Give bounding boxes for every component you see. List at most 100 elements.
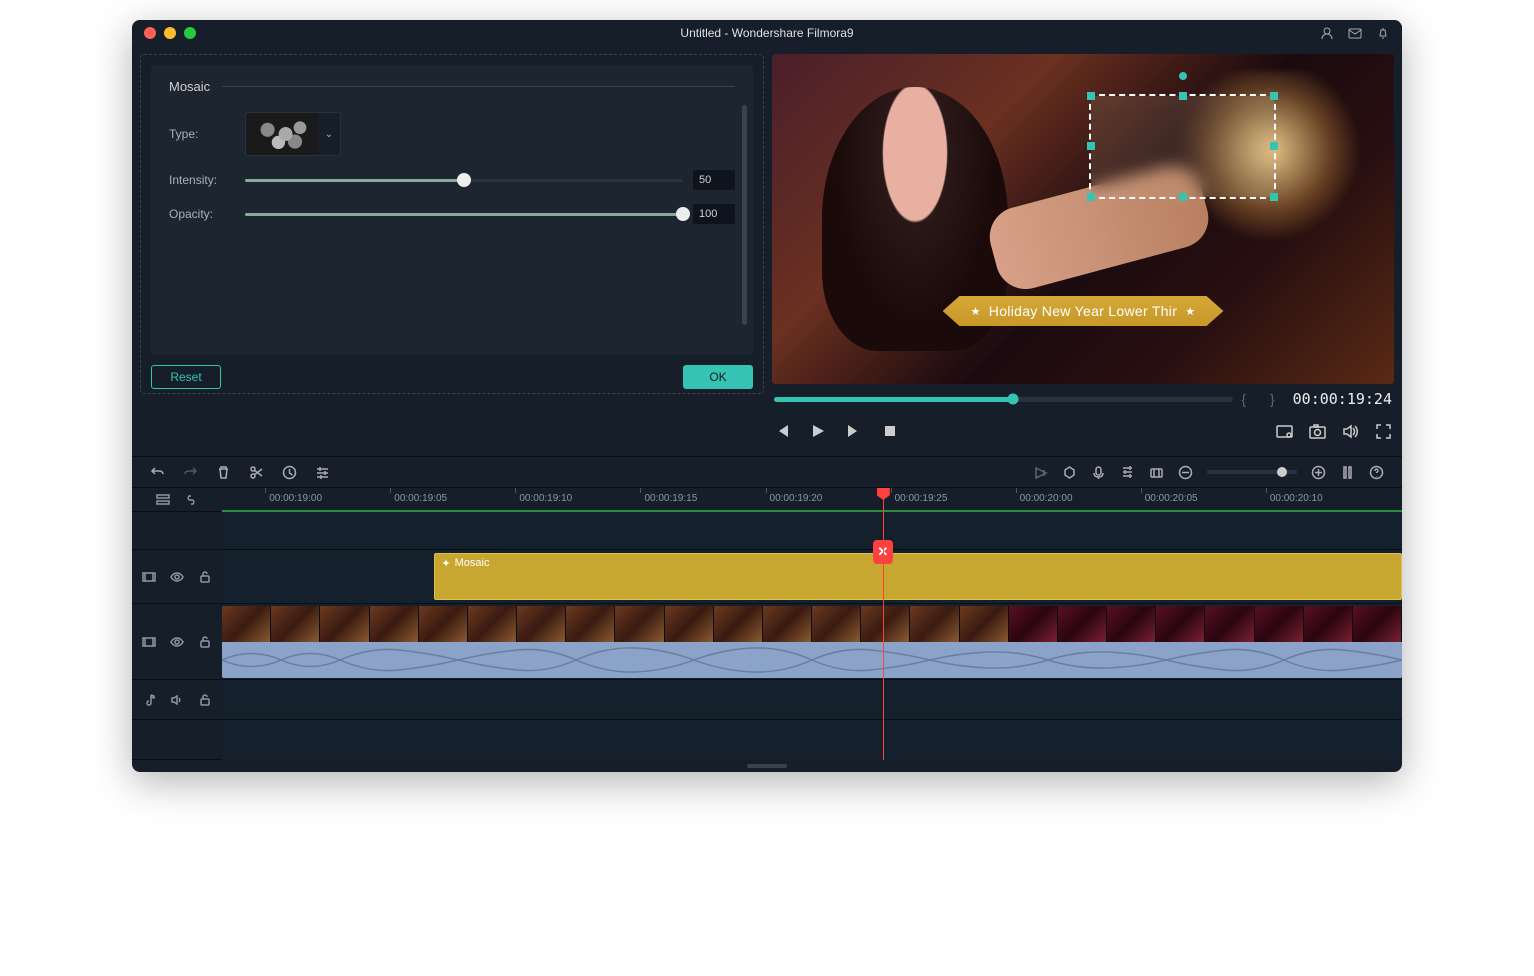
resize-handle-tl[interactable] [1087, 92, 1095, 100]
resize-handle-br[interactable] [1270, 193, 1278, 201]
visibility-icon[interactable] [170, 635, 184, 649]
rotate-handle[interactable] [1179, 72, 1187, 80]
intensity-slider[interactable] [245, 170, 683, 190]
panel-resize-handle[interactable] [747, 764, 787, 768]
video-thumbnail [812, 606, 861, 642]
video-thumbnail [320, 606, 369, 642]
audio-track-icon [142, 693, 156, 707]
marker-track[interactable]: ✕ [222, 512, 1402, 550]
crop-icon[interactable] [1149, 465, 1164, 480]
ruler-mark: 00:00:20:00 [1020, 493, 1073, 504]
audio-track[interactable] [222, 680, 1402, 720]
play-button[interactable] [810, 423, 826, 439]
resize-handle-l[interactable] [1087, 142, 1095, 150]
ok-button[interactable]: OK [683, 365, 753, 389]
split-icon[interactable] [249, 465, 264, 480]
visibility-icon[interactable] [170, 570, 184, 584]
video-thumbnail [1058, 606, 1107, 642]
zoom-in-icon[interactable] [1311, 465, 1326, 480]
resize-handle-b[interactable] [1179, 193, 1187, 201]
video-thumbnail [714, 606, 763, 642]
redo-icon[interactable] [183, 465, 198, 480]
video-thumbnail [763, 606, 812, 642]
resize-handle-tr[interactable] [1270, 92, 1278, 100]
resize-handle-t[interactable] [1179, 92, 1187, 100]
mail-icon[interactable] [1348, 26, 1362, 40]
ruler-mark: 00:00:19:00 [269, 493, 322, 504]
video-thumbnail [222, 606, 271, 642]
mosaic-type-select[interactable]: ⌄ [245, 112, 341, 156]
mixer-icon[interactable] [1120, 465, 1135, 480]
effect-settings-panel: Mosaic Type: ⌄ Intensity: [140, 54, 764, 394]
close-window-button[interactable] [144, 27, 156, 39]
mosaic-type-thumbnail [246, 113, 318, 155]
step-forward-button[interactable] [846, 423, 862, 439]
empty-track[interactable] [222, 720, 1402, 760]
mute-icon[interactable] [170, 693, 184, 707]
mosaic-clip-label: Mosaic [455, 557, 490, 569]
quality-settings-icon[interactable] [1276, 423, 1293, 440]
effect-track[interactable]: ✦ Mosaic [222, 550, 1402, 604]
lock-icon[interactable] [198, 693, 212, 707]
video-thumbnail [1353, 606, 1402, 642]
snapshot-icon[interactable] [1309, 423, 1326, 440]
effect-track-icon [142, 570, 156, 584]
video-thumbnail [615, 606, 664, 642]
account-icon[interactable] [1320, 26, 1334, 40]
titlebar: Untitled - Wondershare Filmora9 [132, 20, 1402, 46]
zoom-out-icon[interactable] [1178, 465, 1193, 480]
video-thumbnail [1107, 606, 1156, 642]
video-thumbnail [566, 606, 615, 642]
step-back-button[interactable] [774, 423, 790, 439]
window-title: Untitled - Wondershare Filmora9 [680, 26, 853, 40]
timeline-ruler[interactable]: 00:00:19:00 00:00:19:05 00:00:19:10 00:00:1… [222, 488, 1402, 512]
manage-tracks-icon[interactable] [156, 493, 170, 507]
mosaic-clip[interactable]: ✦ Mosaic [434, 553, 1402, 600]
type-label: Type: [169, 127, 245, 141]
resize-handle-bl[interactable] [1087, 193, 1095, 201]
panel-scrollbar[interactable] [742, 105, 747, 325]
zoom-fit-icon[interactable] [1340, 465, 1355, 480]
video-thumbnail [271, 606, 320, 642]
adjust-icon[interactable] [315, 465, 330, 480]
lock-icon[interactable] [198, 570, 212, 584]
volume-icon[interactable] [1342, 423, 1359, 440]
delete-icon[interactable] [216, 465, 231, 480]
fullscreen-icon[interactable] [1375, 423, 1392, 440]
timecode-display: 00:00:19:24 [1293, 390, 1392, 408]
ruler-mark: 00:00:19:15 [644, 493, 697, 504]
opacity-value-input[interactable] [693, 204, 735, 224]
preview-scrubber[interactable] [774, 397, 1233, 402]
stop-button[interactable] [882, 423, 898, 439]
video-thumbnail [468, 606, 517, 642]
marker-icon[interactable] [1062, 465, 1077, 480]
zoom-slider[interactable] [1207, 470, 1297, 474]
link-icon[interactable] [184, 493, 198, 507]
playhead[interactable] [883, 488, 884, 760]
undo-icon[interactable] [150, 465, 165, 480]
audio-waveform[interactable] [222, 642, 1402, 678]
video-preview[interactable]: Holiday New Year Lower Thir [772, 54, 1394, 384]
intensity-value-input[interactable] [693, 170, 735, 190]
render-icon[interactable] [1033, 465, 1048, 480]
video-track-icon [142, 635, 156, 649]
ruler-mark: 00:00:19:05 [394, 493, 447, 504]
reset-button[interactable]: Reset [151, 365, 221, 389]
video-track[interactable] [222, 604, 1402, 680]
minimize-window-button[interactable] [164, 27, 176, 39]
tc-bracket-icons[interactable]: { } [1241, 391, 1284, 407]
help-icon[interactable] [1369, 465, 1384, 480]
intensity-label: Intensity: [169, 173, 245, 187]
video-clip[interactable] [222, 606, 1402, 642]
speed-icon[interactable] [282, 465, 297, 480]
resize-handle-r[interactable] [1270, 142, 1278, 150]
mosaic-selection-box[interactable] [1089, 94, 1276, 200]
ruler-mark: 00:00:19:10 [519, 493, 572, 504]
voiceover-icon[interactable] [1091, 465, 1106, 480]
maximize-window-button[interactable] [184, 27, 196, 39]
notification-icon[interactable] [1376, 26, 1390, 40]
opacity-slider[interactable] [245, 204, 683, 224]
ruler-mark: 00:00:19:25 [895, 493, 948, 504]
lower-third-overlay: Holiday New Year Lower Thir [943, 296, 1224, 326]
lock-icon[interactable] [198, 635, 212, 649]
